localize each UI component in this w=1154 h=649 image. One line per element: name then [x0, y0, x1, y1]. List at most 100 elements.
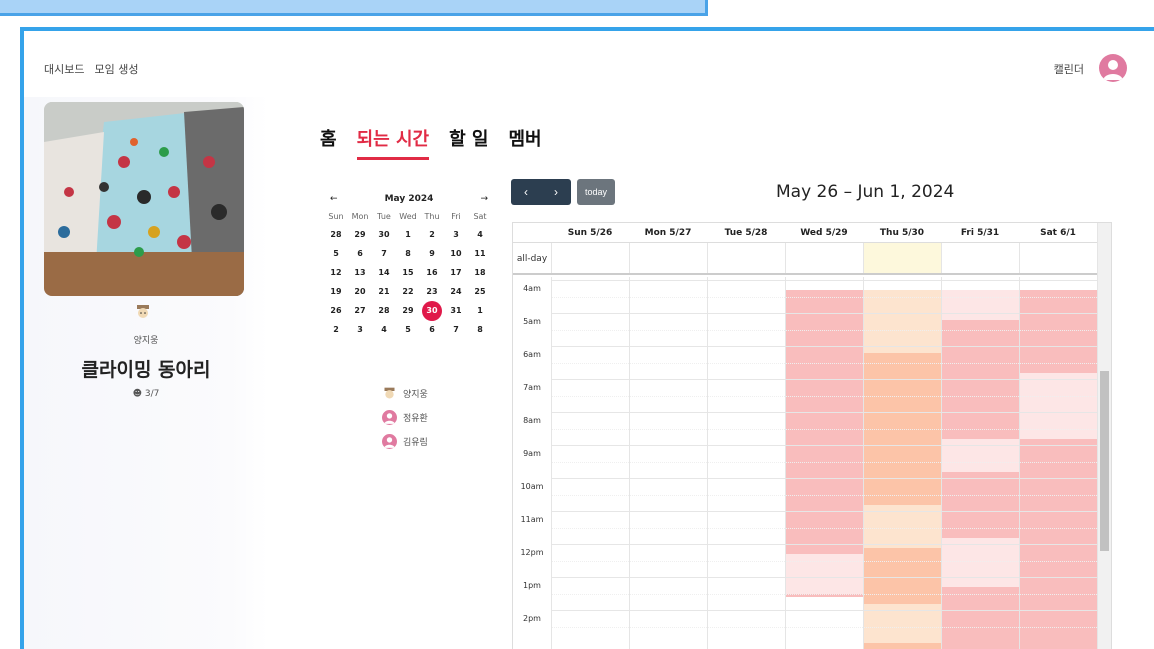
all-day-cell[interactable] [1019, 243, 1097, 273]
availability-block[interactable] [785, 597, 863, 649]
hour-label: 12pm [520, 548, 544, 558]
all-day-cell[interactable] [707, 243, 785, 273]
hour-label: 2pm [523, 614, 541, 624]
mini-day[interactable]: 13 [348, 263, 372, 282]
all-day-cell[interactable] [785, 243, 863, 273]
nav-create-group-link[interactable]: 모임 생성 [94, 61, 138, 77]
all-day-label: all-day [516, 254, 548, 264]
availability-block[interactable] [941, 438, 1019, 472]
member-custom-avatar-icon [382, 386, 397, 401]
mini-weekday-label: Sun [328, 212, 344, 221]
availability-block[interactable] [785, 290, 863, 649]
mini-day[interactable]: 10 [444, 244, 468, 263]
availability-block[interactable] [1019, 290, 1097, 373]
mini-weekday-label: Mon [351, 212, 369, 221]
nav-calendar-link[interactable]: 캘린더 [1054, 61, 1084, 77]
prev-week-button[interactable]: ‹ [511, 179, 541, 205]
mini-day[interactable]: 27 [348, 301, 372, 320]
day-column-line [629, 277, 630, 649]
mini-day[interactable]: 22 [396, 282, 420, 301]
mini-day[interactable]: 19 [324, 282, 348, 301]
availability-block[interactable] [863, 643, 941, 649]
member-name: 정유환 [403, 413, 428, 424]
mini-day[interactable]: 6 [348, 244, 372, 263]
group-tabs: 홈 되는 시간 할 일 멤버 [320, 125, 542, 160]
owner-avatar-icon [134, 303, 152, 321]
mini-day[interactable]: 14 [372, 263, 396, 282]
mini-day[interactable]: 7 [444, 320, 468, 339]
tab-2[interactable]: 할 일 [449, 125, 488, 160]
mini-day[interactable]: 17 [444, 263, 468, 282]
user-avatar-icon[interactable] [1099, 54, 1127, 82]
mini-day[interactable]: 5 [396, 320, 420, 339]
day-column-line [551, 277, 552, 649]
all-day-cell[interactable] [629, 243, 707, 273]
mini-day[interactable]: 2 [324, 320, 348, 339]
half-hour-line [551, 329, 1097, 331]
all-day-cell[interactable] [863, 243, 941, 273]
half-hour-line [551, 626, 1097, 628]
hour-line [551, 412, 1097, 414]
tab-0[interactable]: 홈 [320, 125, 337, 160]
mini-calendar-grid: Sun Mon Tue Wed Thu Fri Sat 28 29 30 1 2 3 4 5 6 7 8 9 10 11… [324, 209, 494, 339]
mini-day[interactable]: 15 [396, 263, 420, 282]
mini-day[interactable]: 24 [444, 282, 468, 301]
mini-day[interactable]: 29 [348, 225, 372, 244]
all-day-cell[interactable] [551, 243, 629, 273]
mini-day[interactable]: 23 [420, 282, 444, 301]
availability-block[interactable] [863, 547, 941, 604]
mini-day[interactable]: 1 [468, 301, 492, 320]
all-day-cell[interactable] [941, 243, 1019, 273]
today-button[interactable]: today [577, 179, 616, 205]
mini-day[interactable]: 4 [468, 225, 492, 244]
owner-name: 양지웅 [133, 336, 159, 346]
availability-block[interactable] [941, 290, 1019, 320]
time-grid[interactable]: 4am 5am 6am 7am 8am 9am 10am 11am 12pm 1pm 2pm [513, 277, 1098, 649]
member-list: 양지웅정유환김유림 [382, 381, 428, 453]
mini-prev-month-button[interactable]: ← [330, 194, 338, 204]
mini-day[interactable]: 31 [444, 301, 468, 320]
mini-next-month-button[interactable]: → [480, 194, 488, 204]
mini-day[interactable]: 29 [396, 301, 420, 320]
mini-day[interactable]: 21 [372, 282, 396, 301]
mini-day[interactable]: 8 [396, 244, 420, 263]
scrollbar-thumb[interactable] [1100, 371, 1109, 551]
calendar-scrollbar[interactable] [1097, 223, 1111, 649]
header-spacer [513, 223, 551, 242]
availability-block[interactable] [863, 290, 941, 353]
nav-dashboard-link[interactable]: 대시보드 [44, 61, 84, 77]
mini-day[interactable]: 18 [468, 263, 492, 282]
tab-1[interactable]: 되는 시간 [356, 125, 430, 160]
mini-day[interactable]: 4 [372, 320, 396, 339]
mini-day[interactable]: 6 [420, 320, 444, 339]
mini-day[interactable]: 28 [372, 301, 396, 320]
mini-day[interactable]: 30 [372, 225, 396, 244]
mini-day[interactable]: 28 [324, 225, 348, 244]
day-column-header: Sun 5/26 [567, 228, 613, 238]
mini-day[interactable]: 2 [420, 225, 444, 244]
next-week-button[interactable]: › [541, 179, 571, 205]
mini-day[interactable]: 26 [324, 301, 348, 320]
mini-day[interactable]: 12 [324, 263, 348, 282]
member-count: ☻ 3/7 [24, 389, 268, 399]
mini-day[interactable]: 16 [420, 263, 444, 282]
mini-day[interactable]: 11 [468, 244, 492, 263]
mini-day[interactable]: 9 [420, 244, 444, 263]
member-item[interactable]: 김유림 [382, 429, 428, 453]
availability-block[interactable] [941, 587, 1019, 649]
mini-day[interactable]: 7 [372, 244, 396, 263]
mini-day[interactable]: 3 [444, 225, 468, 244]
mini-day[interactable]: 25 [468, 282, 492, 301]
tab-3[interactable]: 멤버 [508, 125, 541, 160]
mini-day-today[interactable]: 30 [420, 301, 444, 321]
member-item[interactable]: 양지웅 [382, 381, 428, 405]
mini-day[interactable]: 5 [324, 244, 348, 263]
member-item[interactable]: 정유환 [382, 405, 428, 429]
mini-day[interactable]: 1 [396, 225, 420, 244]
group-cover-image [44, 102, 244, 296]
mini-day[interactable]: 20 [348, 282, 372, 301]
mini-day[interactable]: 8 [468, 320, 492, 339]
hour-label: 11am [520, 515, 544, 525]
mini-day[interactable]: 3 [348, 320, 372, 339]
calendar-nav-buttons: ‹ › [511, 179, 571, 205]
